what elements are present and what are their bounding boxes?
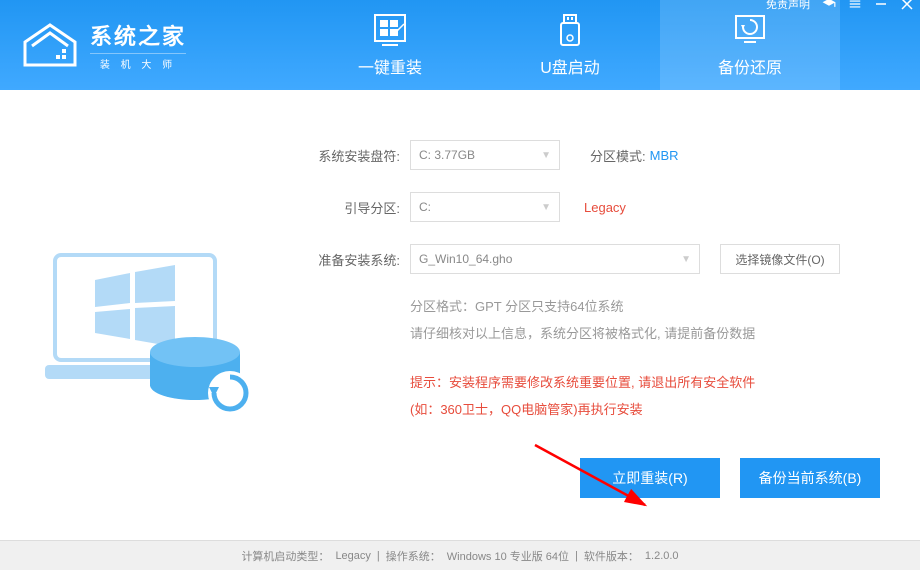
- info-gpt: 分区格式：GPT 分区只支持64位系统: [410, 296, 890, 315]
- status-ver: 1.2.0.0: [645, 550, 679, 562]
- chevron-down-icon: ▼: [541, 150, 551, 161]
- status-boot-type: Legacy: [335, 550, 370, 562]
- boot-value: C:: [419, 200, 431, 214]
- tab-backup[interactable]: 备份还原: [660, 0, 840, 90]
- tab-reinstall-label: 一键重装: [358, 54, 422, 78]
- warning-line2: (如：360卫士，QQ电脑管家)再执行安装: [410, 399, 890, 418]
- settings-icon[interactable]: [848, 0, 862, 11]
- reinstall-button[interactable]: 立即重装(R): [580, 458, 720, 498]
- tabs: 一键重装 U盘启动 备份还原: [300, 0, 840, 90]
- actions: 立即重装(R) 备份当前系统(B): [310, 458, 890, 498]
- header: 免责声明 系统之家 装 机 大 师: [0, 0, 920, 90]
- windows-reinstall-icon: [370, 12, 410, 48]
- house-icon: [20, 20, 80, 70]
- disk-value: C: 3.77GB: [419, 148, 475, 162]
- tab-usb[interactable]: U盘启动: [480, 0, 660, 90]
- chevron-down-icon: ▼: [681, 254, 691, 265]
- choose-file-button[interactable]: 选择镜像文件(O): [720, 244, 840, 274]
- usb-icon: [550, 12, 590, 48]
- status-os-label: 操作系统：: [386, 548, 441, 564]
- status-os: Windows 10 专业版 64位: [447, 548, 569, 564]
- boot-dropdown[interactable]: C: ▼: [410, 192, 560, 222]
- logo-title: 系统之家: [90, 19, 186, 51]
- sys-dropdown[interactable]: G_Win10_64.gho ▼: [410, 244, 700, 274]
- illustration: [30, 120, 270, 530]
- minimize-button[interactable]: [874, 0, 888, 11]
- mode-value: MBR: [650, 148, 679, 163]
- tab-backup-label: 备份还原: [718, 54, 782, 78]
- mode-label: 分区模式:: [590, 146, 646, 165]
- logo: 系统之家 装 机 大 师: [20, 19, 186, 71]
- chevron-down-icon: ▼: [541, 202, 551, 213]
- status-boot-label: 计算机启动类型：: [241, 548, 329, 564]
- sys-value: G_Win10_64.gho: [419, 252, 512, 266]
- disk-dropdown[interactable]: C: 3.77GB ▼: [410, 140, 560, 170]
- form: 系统安装盘符: C: 3.77GB ▼ 分区模式: MBR 引导分区: C: ▼…: [270, 120, 890, 530]
- backup-button[interactable]: 备份当前系统(B): [740, 458, 880, 498]
- info-backup: 请仔细核对以上信息，系统分区将被格式化, 请提前备份数据: [410, 323, 890, 342]
- logo-subtitle: 装 机 大 师: [90, 53, 186, 71]
- backup-icon: [730, 12, 770, 48]
- status-ver-label: 软件版本：: [584, 548, 639, 564]
- content: 系统安装盘符: C: 3.77GB ▼ 分区模式: MBR 引导分区: C: ▼…: [0, 90, 920, 540]
- sys-label: 准备安装系统:: [310, 250, 400, 269]
- boot-label: 引导分区:: [310, 198, 400, 217]
- close-button[interactable]: [900, 0, 914, 11]
- disk-label: 系统安装盘符:: [310, 146, 400, 165]
- legacy-text: Legacy: [584, 200, 626, 215]
- tab-reinstall[interactable]: 一键重装: [300, 0, 480, 90]
- tab-usb-label: U盘启动: [540, 54, 600, 78]
- warning-line1: 提示：安装程序需要修改系统重要位置, 请退出所有安全软件: [410, 372, 890, 391]
- statusbar: 计算机启动类型： Legacy | 操作系统： Windows 10 专业版 6…: [0, 540, 920, 570]
